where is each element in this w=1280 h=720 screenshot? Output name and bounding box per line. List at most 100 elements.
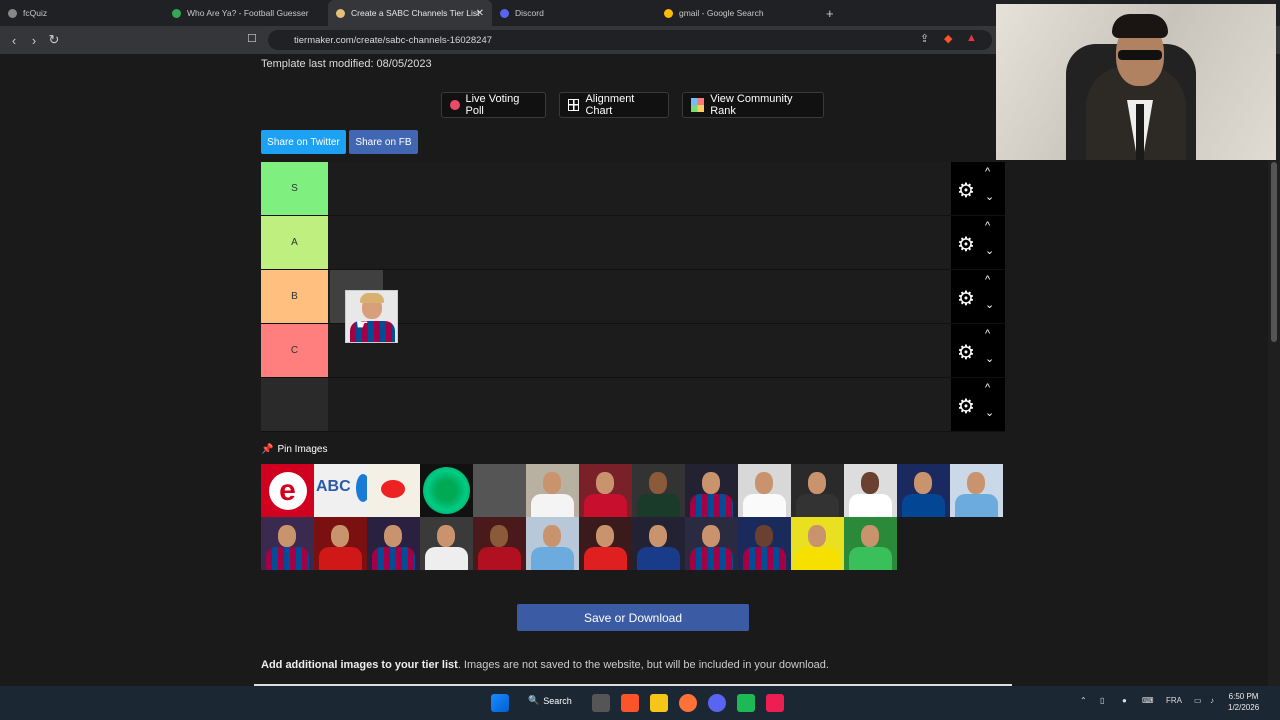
player-image[interactable] [738, 464, 791, 517]
language-indicator[interactable]: FRA [1166, 696, 1182, 705]
move-up-icon[interactable]: ^ [985, 328, 990, 340]
tab-who-are-ya[interactable]: Who Are Ya? - Football Guesser [164, 0, 328, 26]
player-image[interactable] [314, 517, 367, 570]
alignment-chart-button[interactable]: Alignment Chart [559, 92, 669, 118]
brave-shield-icon[interactable]: ◆ [944, 32, 952, 45]
player-image[interactable] [367, 517, 420, 570]
tier-row-s[interactable]: S ⚙ ^ ⌄ [261, 162, 1005, 216]
scrollbar-thumb[interactable] [1271, 162, 1277, 342]
windows-start-icon[interactable] [491, 694, 509, 712]
url-field[interactable]: tiermaker.com/create/sabc-channels-16028… [268, 30, 992, 50]
clock[interactable]: 6:50 PM 1/2/2026 [1228, 691, 1259, 713]
player-image[interactable] [632, 517, 685, 570]
gear-icon[interactable]: ⚙ [957, 394, 975, 419]
task-view-icon[interactable] [592, 694, 610, 712]
gear-icon[interactable]: ⚙ [957, 178, 975, 203]
tab-tiermaker[interactable]: Create a SABC Channels Tier List ✕ [328, 0, 492, 26]
move-down-icon[interactable]: ⌄ [985, 244, 994, 257]
new-tab-icon[interactable]: + [826, 6, 834, 21]
player-image[interactable] [950, 464, 1003, 517]
tier-label[interactable] [261, 378, 328, 431]
etv-logo-image[interactable]: e [261, 464, 314, 517]
player-image[interactable] [844, 517, 897, 570]
tier-drop-zone[interactable] [328, 324, 951, 377]
sabc1-logo-image[interactable] [367, 464, 420, 517]
live-voting-poll-button[interactable]: Live Voting Poll [441, 92, 546, 118]
gear-icon[interactable]: ⚙ [957, 232, 975, 257]
player-image[interactable] [579, 517, 632, 570]
move-down-icon[interactable]: ⌄ [985, 190, 994, 203]
tab-gmail-search[interactable]: gmail - Google Search [656, 0, 820, 26]
reload-icon[interactable]: ↻ [44, 32, 64, 48]
file-explorer-icon[interactable] [650, 694, 668, 712]
share-icon[interactable]: ⇪ [920, 32, 929, 45]
player-image[interactable] [844, 464, 897, 517]
tier-row-a[interactable]: A ⚙ ^ ⌄ [261, 216, 1005, 270]
move-down-icon[interactable]: ⌄ [985, 406, 994, 419]
tier-label[interactable]: A [261, 216, 328, 269]
keyboard-icon[interactable]: ⌨ [1142, 696, 1154, 705]
network-icon[interactable]: ▭ [1194, 696, 1202, 705]
tier-row-blank[interactable]: ⚙ ^ ⌄ [261, 378, 1005, 432]
share-facebook-button[interactable]: Share on FB [349, 130, 418, 154]
tier-label[interactable]: B [261, 270, 328, 323]
tab-label: Who Are Ya? - Football Guesser [187, 8, 309, 18]
gear-icon[interactable]: ⚙ [957, 286, 975, 311]
player-image[interactable] [632, 464, 685, 517]
forward-icon[interactable]: › [24, 33, 44, 48]
pin-images-label: Pin Images [277, 444, 328, 455]
player-image[interactable] [420, 517, 473, 570]
dragged-player-image[interactable] [345, 290, 398, 343]
microphone-icon[interactable]: ● [1122, 696, 1127, 705]
volume-icon[interactable]: ♪ [1210, 696, 1214, 705]
tier-drop-zone[interactable] [328, 162, 951, 215]
player-image[interactable] [791, 517, 844, 570]
app-icon[interactable] [737, 694, 755, 712]
player-image[interactable] [261, 517, 314, 570]
player-image[interactable] [738, 517, 791, 570]
tab-discord[interactable]: Discord [492, 0, 656, 26]
move-up-icon[interactable]: ^ [985, 382, 990, 394]
blank-image[interactable] [473, 464, 526, 517]
move-up-icon[interactable]: ^ [985, 220, 990, 232]
view-community-rank-button[interactable]: View Community Rank [682, 92, 824, 118]
gear-icon[interactable]: ⚙ [957, 340, 975, 365]
move-up-icon[interactable]: ^ [985, 166, 990, 178]
player-image[interactable] [791, 464, 844, 517]
player-image[interactable] [526, 517, 579, 570]
pin-images[interactable]: 📌 Pin Images [261, 444, 327, 455]
save-download-button[interactable]: Save or Download [517, 604, 749, 631]
move-down-icon[interactable]: ⌄ [985, 352, 994, 365]
tab-fcquiz[interactable]: fcQuiz [0, 0, 164, 26]
player-image[interactable] [897, 464, 950, 517]
player-image[interactable] [685, 517, 738, 570]
close-tab-icon[interactable]: ✕ [476, 8, 484, 19]
tiktok-icon[interactable] [766, 694, 784, 712]
back-icon[interactable]: ‹ [4, 33, 24, 48]
brave-rewards-icon[interactable]: ▲ [966, 32, 977, 44]
brave-icon[interactable] [621, 694, 639, 712]
tie [1136, 104, 1144, 160]
player-image[interactable] [473, 517, 526, 570]
discord-icon[interactable] [708, 694, 726, 712]
tier-drop-zone[interactable] [328, 378, 951, 431]
taskbar-search[interactable]: 🔍 Search [528, 695, 572, 706]
tier-controls: ⚙ ^ ⌄ [951, 270, 1005, 323]
bookmark-icon[interactable]: ☐ [247, 32, 257, 45]
share-twitter-button[interactable]: Share on Twitter [261, 130, 346, 154]
player-image[interactable] [579, 464, 632, 517]
move-down-icon[interactable]: ⌄ [985, 298, 994, 311]
firefox-icon[interactable] [679, 694, 697, 712]
tray-overflow-icon[interactable]: ⌃ [1080, 696, 1087, 705]
move-up-icon[interactable]: ^ [985, 274, 990, 286]
player-image[interactable] [685, 464, 738, 517]
player-image[interactable] [526, 464, 579, 517]
tier-drop-zone[interactable] [328, 216, 951, 269]
sabc-logo-image[interactable]: ABC [314, 464, 367, 517]
sabc3-logo-image[interactable] [420, 464, 473, 517]
tier-label[interactable]: C [261, 324, 328, 377]
battery-icon[interactable]: ▯ [1100, 696, 1104, 705]
tier-drop-zone[interactable] [328, 270, 951, 323]
mouse-cursor-icon: ☛ [356, 316, 369, 332]
tier-label[interactable]: S [261, 162, 328, 215]
